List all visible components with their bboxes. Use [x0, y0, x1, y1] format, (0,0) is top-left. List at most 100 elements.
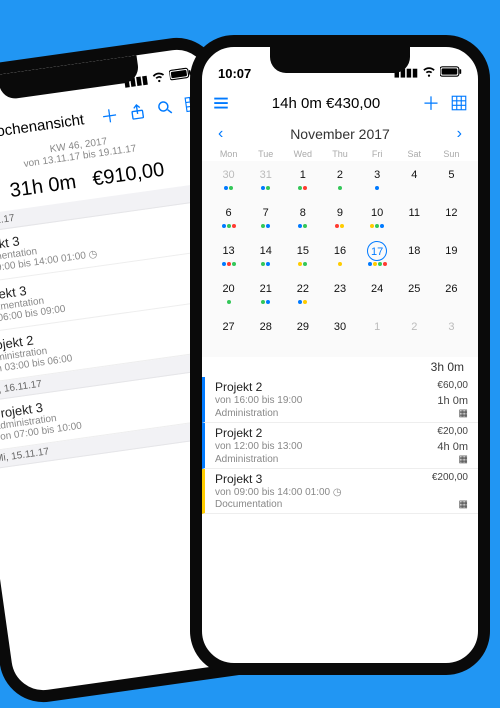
- event-dot: [227, 262, 231, 266]
- calendar-day[interactable]: 15: [284, 239, 321, 275]
- calc-icon: ▦: [432, 499, 468, 510]
- event-dot: [261, 224, 265, 228]
- calc-icon: ▦: [437, 454, 468, 465]
- event-dot: [261, 186, 265, 190]
- calendar-day[interactable]: 12: [433, 201, 470, 237]
- entry-title: Projekt 3: [215, 472, 432, 486]
- time-entry[interactable]: Projekt 2€60,00von 16:00 bis 19:001h 0mA…: [202, 377, 478, 423]
- day-number: 22: [293, 279, 313, 299]
- event-dot: [340, 224, 344, 228]
- entry-sub: Documentation: [215, 499, 432, 510]
- entry-amount: €60,00: [437, 380, 468, 394]
- calendar-day[interactable]: 30: [321, 315, 358, 351]
- calendar-day[interactable]: 13: [210, 239, 247, 275]
- calendar-day[interactable]: 1: [284, 163, 321, 199]
- calendar-day[interactable]: 17: [359, 239, 396, 275]
- event-dot: [303, 186, 307, 190]
- event-dot: [373, 262, 377, 266]
- calendar-day[interactable]: 18: [396, 239, 433, 275]
- calendar-day[interactable]: 8: [284, 201, 321, 237]
- nav-title: Wochenansicht: [0, 110, 92, 143]
- menu-icon[interactable]: [212, 94, 230, 112]
- event-dot: [232, 224, 236, 228]
- calendar-day[interactable]: 14: [247, 239, 284, 275]
- calendar-nav: ‹ November 2017 ›: [202, 123, 478, 145]
- calendar-day[interactable]: 5: [433, 163, 470, 199]
- entry-title: Projekt 2: [215, 426, 437, 440]
- dow-label: Mon: [210, 149, 247, 159]
- time-entry[interactable]: Projekt 2€20,00von 12:00 bis 13:004h 0mA…: [202, 423, 478, 469]
- calendar-day[interactable]: 3: [433, 315, 470, 351]
- calendar-day[interactable]: 23: [321, 277, 358, 313]
- calendar-day[interactable]: 29: [284, 315, 321, 351]
- calendar-day[interactable]: 2: [321, 163, 358, 199]
- entry-hours: [432, 487, 468, 498]
- calendar-day[interactable]: 20: [210, 277, 247, 313]
- entry-time: von 12:00 bis 13:00: [215, 441, 437, 453]
- entry-title: Projekt 2: [215, 380, 437, 394]
- calendar-day[interactable]: 19: [433, 239, 470, 275]
- total-hours: 31h 0m: [8, 171, 77, 202]
- event-dot: [227, 300, 231, 304]
- calendar-grid[interactable]: 3031123456789101112131415161718192021222…: [202, 161, 478, 357]
- calendar-day[interactable]: 7: [247, 201, 284, 237]
- day-number: 7: [256, 203, 276, 223]
- day-number: 3: [367, 165, 387, 185]
- day-number: 9: [330, 203, 350, 223]
- entry-list[interactable]: Projekt 2€60,00von 16:00 bis 19:001h 0mA…: [202, 377, 478, 514]
- search-icon[interactable]: [155, 98, 175, 118]
- day-number: 11: [404, 203, 424, 223]
- calendar-day[interactable]: 1: [359, 315, 396, 351]
- prev-month-icon[interactable]: ‹: [218, 125, 223, 143]
- calendar-day[interactable]: 4: [396, 163, 433, 199]
- day-number: 25: [404, 279, 424, 299]
- day-number: 31: [256, 165, 276, 185]
- event-dot: [375, 224, 379, 228]
- day-number: 21: [256, 279, 276, 299]
- calendar-day[interactable]: 10: [359, 201, 396, 237]
- add-icon[interactable]: ＋: [99, 101, 120, 129]
- calendar-day[interactable]: 2: [396, 315, 433, 351]
- calendar-day[interactable]: 11: [396, 201, 433, 237]
- event-dot: [261, 300, 265, 304]
- share-icon[interactable]: [127, 102, 147, 122]
- add-icon[interactable]: ＋: [422, 90, 440, 116]
- nav-bar: 14h 0m €430,00 ＋: [202, 83, 478, 123]
- calendar-day[interactable]: 6: [210, 201, 247, 237]
- day-number: 14: [256, 241, 276, 261]
- calendar-day[interactable]: 22: [284, 277, 321, 313]
- event-dot: [335, 224, 339, 228]
- day-number: 26: [441, 279, 461, 299]
- calc-icon: ▦: [437, 408, 468, 419]
- event-dot: [229, 186, 233, 190]
- day-number: 2: [404, 317, 424, 337]
- calendar-day[interactable]: 27: [210, 315, 247, 351]
- calendar-day[interactable]: 30: [210, 163, 247, 199]
- day-number: 28: [256, 317, 276, 337]
- grid-icon[interactable]: [450, 94, 468, 112]
- entry-hours: 1h 0m: [437, 395, 468, 407]
- totals: 14h 0m €430,00: [240, 91, 412, 116]
- calendar-day[interactable]: 26: [433, 277, 470, 313]
- day-number: 30: [330, 317, 350, 337]
- day-number: 6: [219, 203, 239, 223]
- event-dot: [298, 300, 302, 304]
- calendar-day[interactable]: 9: [321, 201, 358, 237]
- calendar-day[interactable]: 24: [359, 277, 396, 313]
- event-dot: [266, 262, 270, 266]
- calendar-day[interactable]: 28: [247, 315, 284, 351]
- day-number: 5: [441, 165, 461, 185]
- next-month-icon[interactable]: ›: [457, 125, 462, 143]
- day-number: 23: [330, 279, 350, 299]
- calendar-day[interactable]: 31: [247, 163, 284, 199]
- calendar-day[interactable]: 16: [321, 239, 358, 275]
- calendar-day[interactable]: 3: [359, 163, 396, 199]
- event-dot: [261, 262, 265, 266]
- calendar-day[interactable]: 21: [247, 277, 284, 313]
- time-entry[interactable]: Projekt 3€200,00von 09:00 bis 14:00 01:0…: [202, 469, 478, 514]
- dow-label: Fri: [359, 149, 396, 159]
- event-dot: [380, 224, 384, 228]
- event-dot: [298, 186, 302, 190]
- calendar-day[interactable]: 25: [396, 277, 433, 313]
- phone-calendar-view: 10:07 ▮▮▮▮ 14h 0m €430,00 ＋ ‹ November 2…: [190, 35, 490, 675]
